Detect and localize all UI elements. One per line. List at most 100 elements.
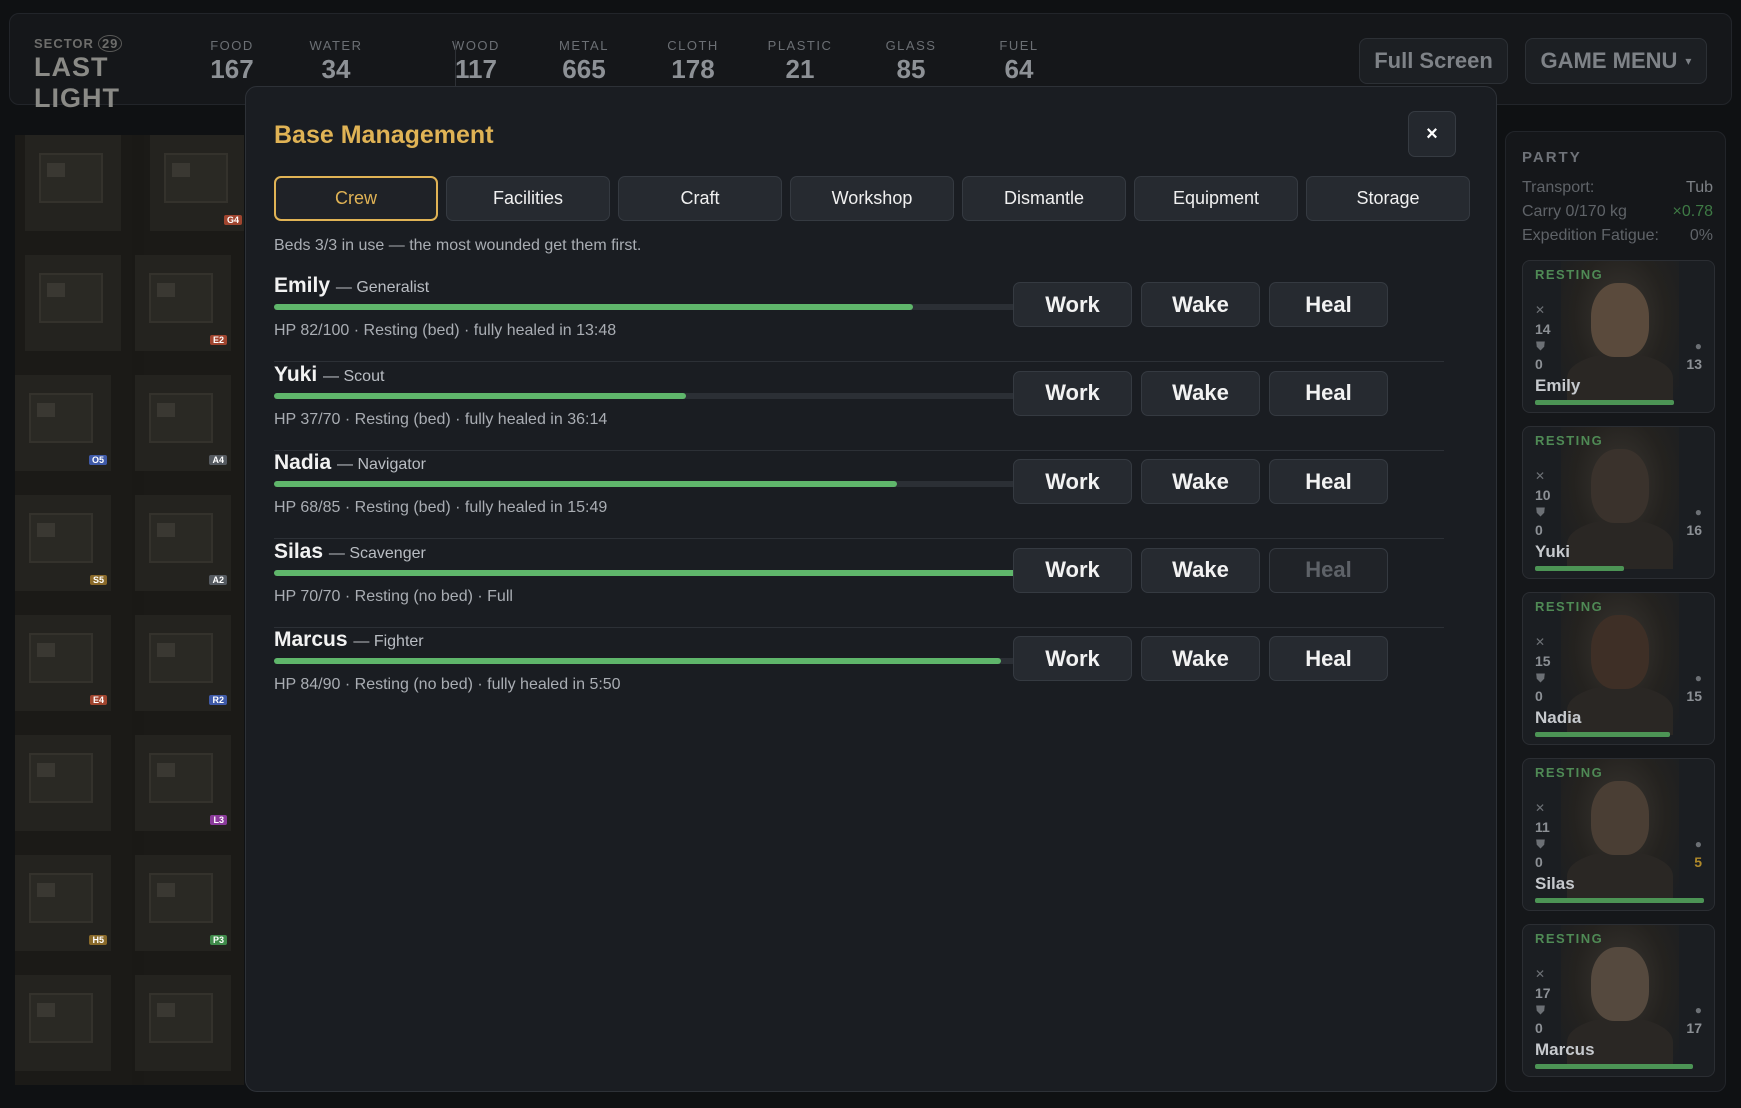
map-tile[interactable]: R2	[135, 615, 231, 711]
secondary-stat: 5	[1694, 854, 1702, 870]
close-button[interactable]: ×	[1408, 111, 1456, 157]
heal-button[interactable]: Heal	[1269, 282, 1388, 327]
full-screen-button[interactable]: Full Screen	[1359, 38, 1508, 84]
map-tile[interactable]: E4	[15, 615, 111, 711]
party-member-card[interactable]: RESTING ✕ 10 ⛊ 0 ● 16 Yuki	[1522, 426, 1715, 579]
rubble	[157, 1003, 175, 1017]
crew-role: — Scout	[323, 367, 385, 385]
map-tile[interactable]	[25, 255, 121, 351]
resource-label: CLOTH	[667, 38, 719, 53]
work-button[interactable]: Work	[1013, 370, 1132, 416]
wake-button[interactable]: Wake	[1141, 547, 1260, 593]
work-button[interactable]: Work	[1013, 459, 1132, 504]
crew-status: HP 68/85 · Resting (bed) · fully healed …	[274, 499, 608, 516]
party-member-name: Marcus	[1535, 1040, 1595, 1059]
crew-name-line: Silas — Scavenger	[274, 540, 426, 564]
map-tile[interactable]: H5	[15, 855, 111, 951]
rubble	[37, 1003, 55, 1017]
tab-equipment[interactable]: Equipment	[1134, 176, 1298, 221]
ruined-building	[149, 513, 213, 563]
crew-row: Silas — Scavenger HP 70/70 · Resting (no …	[274, 540, 1444, 628]
map-tile[interactable]: A4	[135, 375, 231, 471]
map-tile-tag: E4	[89, 695, 107, 705]
ruined-building	[164, 153, 228, 203]
crew-role: — Fighter	[353, 633, 424, 650]
portrait-face	[1591, 449, 1649, 523]
party-member-card[interactable]: RESTING ✕ 17 ⛊ 0 ● 17 Marcus	[1522, 924, 1715, 1077]
resource-food: FOOD 167	[187, 38, 277, 85]
map-tile[interactable]: G4	[150, 135, 244, 231]
fatigue-value: 0%	[1689, 227, 1713, 244]
map-tile[interactable]: P3	[135, 855, 231, 951]
resource-label: FOOD	[210, 38, 254, 53]
map-tile[interactable]: S5	[15, 495, 111, 591]
secondary-stat: 16	[1686, 522, 1702, 538]
wake-button[interactable]: Wake	[1141, 636, 1260, 681]
party-member-card[interactable]: RESTING ✕ 15 ⛊ 0 ● 15 Nadia	[1522, 592, 1715, 745]
party-hp-bar	[1535, 898, 1704, 903]
party-hp-bar	[1535, 400, 1674, 405]
crew-row: Emily — Generalist HP 82/100 · Resting (b…	[274, 274, 1444, 362]
ruined-building	[149, 273, 213, 323]
portrait-shoulders	[1567, 685, 1673, 735]
crew-status: HP 82/100 · Resting (bed) · fully healed…	[274, 322, 617, 339]
dialog-title: Base Management	[274, 121, 494, 149]
defense-stat: 0	[1535, 522, 1543, 538]
tab-dismantle[interactable]: Dismantle	[962, 176, 1126, 221]
tab-craft[interactable]: Craft	[618, 176, 782, 221]
resource-value: 117	[455, 54, 497, 84]
ruined-building	[29, 633, 93, 683]
tab-workshop[interactable]: Workshop	[790, 176, 954, 221]
tab-facilities[interactable]: Facilities	[446, 176, 610, 221]
close-icon: ×	[1426, 122, 1438, 145]
tab-storage[interactable]: Storage	[1306, 176, 1470, 221]
portrait-shoulders	[1567, 851, 1673, 901]
shield-icon: ⛊	[1536, 671, 1546, 685]
game-menu-label: GAME MENU	[1540, 48, 1678, 73]
transport-row: Transport: Tub	[1522, 179, 1713, 197]
crew-name: Emily	[274, 274, 331, 297]
wake-button[interactable]: Wake	[1141, 282, 1260, 327]
beds-note: Beds 3/3 in use — the most wounded get t…	[274, 237, 642, 254]
crew-name-line: Marcus — Fighter	[274, 628, 424, 652]
wake-button[interactable]: Wake	[1141, 370, 1260, 416]
map-tile[interactable]: O5	[15, 375, 111, 471]
map-tile[interactable]	[25, 135, 121, 231]
map-tile[interactable]	[15, 975, 111, 1071]
world-map[interactable]: G4 E2 O5 A4 S5 A2 E4 R2 L3 H5 P3	[15, 135, 244, 1085]
crew-name: Silas	[274, 539, 324, 563]
ruined-building	[29, 873, 93, 923]
map-tile[interactable]: L3	[135, 735, 231, 831]
map-tile[interactable]	[135, 975, 231, 1071]
wake-button[interactable]: Wake	[1141, 459, 1260, 504]
map-tile[interactable]	[15, 735, 111, 831]
resource-label: FUEL	[999, 38, 1039, 53]
hp-bar	[274, 304, 1053, 310]
game-menu-button[interactable]: GAME MENU ▾	[1525, 38, 1707, 84]
rubble	[157, 883, 175, 897]
work-button[interactable]: Work	[1013, 282, 1132, 327]
crew-role: — Generalist	[335, 279, 430, 296]
heal-button[interactable]: Heal	[1269, 636, 1388, 681]
transport-label: Transport:	[1522, 179, 1595, 196]
tab-crew[interactable]: Crew	[274, 176, 438, 221]
crew-name: Yuki	[274, 362, 318, 386]
hp-bar	[274, 392, 1053, 399]
map-tile[interactable]: E2	[135, 255, 231, 351]
resource-label: WOOD	[452, 38, 500, 53]
heal-button[interactable]: Heal	[1269, 370, 1388, 416]
work-button[interactable]: Work	[1013, 636, 1132, 681]
rubble	[157, 403, 175, 417]
party-hp-bar	[1535, 732, 1671, 737]
crew-name: Marcus	[274, 628, 348, 651]
hp-bar-fill	[274, 481, 898, 487]
carry-label: Carry 0/170 kg	[1522, 203, 1627, 220]
coin-icon: ●	[1694, 1003, 1702, 1017]
resource-label: WATER	[309, 38, 363, 53]
party-member-card[interactable]: RESTING ✕ 14 ⛊ 0 ● 13 Emily	[1522, 260, 1715, 413]
map-tile[interactable]: A2	[135, 495, 231, 591]
work-button[interactable]: Work	[1013, 547, 1132, 593]
party-member-card[interactable]: RESTING ✕ 11 ⛊ 0 ● 5 Silas	[1522, 758, 1715, 911]
heal-button[interactable]: Heal	[1269, 459, 1388, 504]
resource-value: 64	[1004, 54, 1034, 84]
